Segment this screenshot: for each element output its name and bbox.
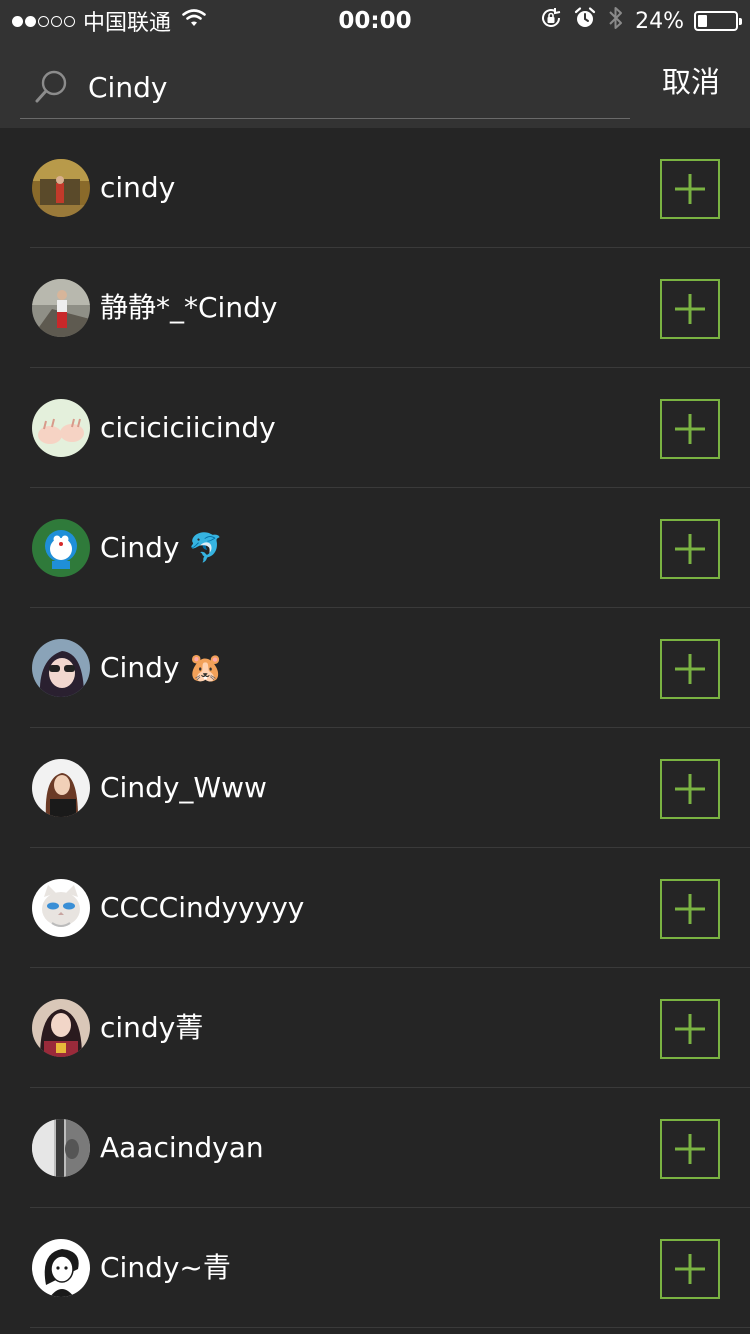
avatar[interactable] — [32, 999, 90, 1057]
list-item[interactable]: ciciciciicindy — [0, 368, 750, 488]
add-friend-button[interactable] — [660, 879, 720, 939]
add-friend-button[interactable] — [660, 159, 720, 219]
user-name: ciciciciicindy — [100, 411, 276, 444]
avatar[interactable] — [32, 1119, 90, 1177]
plus-icon — [675, 1254, 705, 1284]
list-item[interactable]: Cindy 🐹 — [0, 608, 750, 728]
list-item[interactable]: Cindy~青 — [0, 1208, 750, 1328]
add-friend-button[interactable] — [660, 1239, 720, 1299]
user-name: Aaacindyan — [100, 1131, 264, 1164]
divider — [30, 1327, 750, 1328]
plus-icon — [675, 774, 705, 804]
add-friend-button[interactable] — [660, 399, 720, 459]
status-bar-right: 24% — [539, 0, 742, 42]
search-icon — [30, 65, 74, 109]
plus-icon — [675, 654, 705, 684]
battery-percent: 24% — [635, 8, 684, 34]
cancel-button[interactable]: 取消 — [662, 60, 720, 104]
avatar[interactable] — [32, 159, 90, 217]
add-friend-button[interactable] — [660, 1119, 720, 1179]
add-friend-button[interactable] — [660, 999, 720, 1059]
plus-icon — [675, 174, 705, 204]
plus-icon — [675, 894, 705, 924]
avatar[interactable] — [32, 519, 90, 577]
list-item[interactable]: Aaacindyan — [0, 1088, 750, 1208]
avatar[interactable] — [32, 279, 90, 337]
battery-level — [698, 15, 707, 27]
status-bar-left: 中国联通 — [12, 0, 207, 42]
avatar[interactable] — [32, 1239, 90, 1297]
add-friend-button[interactable] — [660, 759, 720, 819]
alarm-icon — [573, 6, 597, 36]
add-friend-button[interactable] — [660, 519, 720, 579]
search-input[interactable] — [88, 70, 588, 104]
user-name: Cindy 🐬 — [100, 531, 224, 564]
add-friend-button[interactable] — [660, 279, 720, 339]
plus-icon — [675, 414, 705, 444]
plus-icon — [675, 294, 705, 324]
plus-icon — [675, 1134, 705, 1164]
user-name: cindy — [100, 171, 176, 204]
results-list: cindy 静静*_*Cindy ciciciciicindy Cindy 🐬 … — [0, 128, 750, 1328]
search-field[interactable] — [20, 56, 630, 119]
add-friend-button[interactable] — [660, 639, 720, 699]
avatar[interactable] — [32, 399, 90, 457]
search-header: 取消 — [0, 42, 750, 128]
list-item[interactable]: Cindy 🐬 — [0, 488, 750, 608]
list-item[interactable]: Cindy_Www — [0, 728, 750, 848]
signal-strength-icon — [12, 15, 75, 27]
battery-icon — [694, 11, 742, 31]
user-name: 静静*_*Cindy — [100, 291, 278, 324]
plus-icon — [675, 534, 705, 564]
bluetooth-icon — [607, 5, 625, 37]
list-item[interactable]: CCCCindyyyyy — [0, 848, 750, 968]
plus-icon — [675, 1014, 705, 1044]
status-bar: 中国联通 00:00 24% — [0, 0, 750, 42]
orientation-lock-icon — [539, 6, 563, 36]
user-name: CCCCindyyyyy — [100, 891, 305, 924]
carrier-name: 中国联通 — [83, 11, 172, 36]
user-name: Cindy 🐹 — [100, 651, 224, 684]
list-item[interactable]: 静静*_*Cindy — [0, 248, 750, 368]
list-item[interactable]: cindy菁 — [0, 968, 750, 1088]
list-item[interactable]: cindy — [0, 128, 750, 248]
wifi-icon — [181, 8, 207, 34]
user-name: Cindy_Www — [100, 771, 267, 804]
avatar[interactable] — [32, 879, 90, 937]
avatar[interactable] — [32, 639, 90, 697]
user-name: Cindy~青 — [100, 1251, 231, 1284]
avatar[interactable] — [32, 759, 90, 817]
user-name: cindy菁 — [100, 1011, 204, 1044]
